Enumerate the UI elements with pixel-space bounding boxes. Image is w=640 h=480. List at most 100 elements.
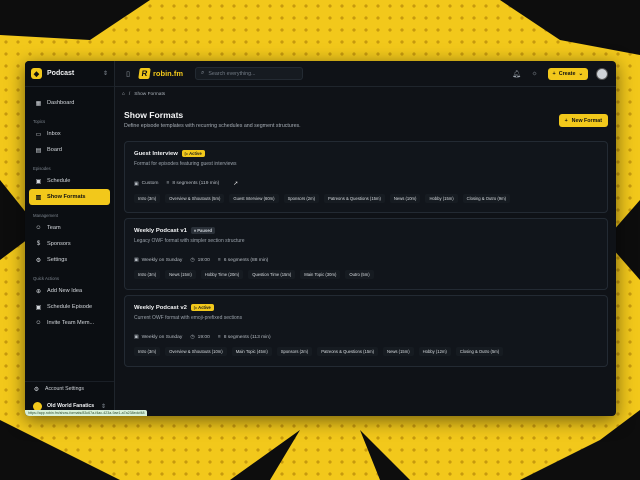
segment-chip: News (10m) <box>389 194 421 203</box>
avatar[interactable] <box>596 67 608 80</box>
sidebar-item-label: Dashboard <box>47 100 75 106</box>
status-badge: ▷ Active <box>181 150 205 157</box>
segment-chip: Main Topic (45m) <box>231 347 272 356</box>
segment-chip: Sponsors (2m) <box>283 194 320 203</box>
breadcrumb: ⌂ / Show Formats <box>122 88 165 100</box>
segment-chip: Hobby Time (20m) <box>200 270 244 279</box>
format-description: Legacy OWF format with simpler section s… <box>134 238 245 244</box>
sidebar-item-show-formats[interactable]: ▥ Show Formats <box>29 189 110 205</box>
segment-chip: Sponsors (2m) <box>276 347 313 356</box>
format-meta: ▣ Weekly on Sunday ◷ 19:00 ≡ 6 segments (88… <box>134 257 599 264</box>
format-card[interactable]: Weekly Podcast v2 ▷ Active Current OWF f… <box>124 295 608 367</box>
sidebar-item-dashboard[interactable]: ▦ Dashboard <box>29 95 110 111</box>
sidebar-item-label: Inbox <box>47 131 61 137</box>
sidebar-item-label: Sponsors <box>47 241 71 247</box>
sidebar-item-schedule[interactable]: ▣ Schedule <box>29 173 110 189</box>
chevron-down-icon: ⌄ <box>578 70 583 77</box>
format-time: 19:00 <box>197 334 210 340</box>
search-icon: ⌕ <box>201 70 205 76</box>
create-button[interactable]: + Create ⌄ <box>547 67 588 80</box>
breadcrumb-separator: / <box>128 91 131 97</box>
segment-chip: Main Topic (30m) <box>300 270 341 279</box>
page-title: Show Formats <box>124 110 184 120</box>
home-icon[interactable]: ⌂ <box>122 92 125 97</box>
new-format-label: New Format <box>571 117 602 124</box>
list-icon: ≡ <box>217 257 221 263</box>
sidebar-item-label: Settings <box>47 257 68 263</box>
plus-icon: + <box>564 117 568 124</box>
segment-chip: Intro (3m) <box>134 270 161 279</box>
account-settings-link[interactable]: ⚙ Account Settings <box>25 382 114 396</box>
list-icon: ≡ <box>166 181 170 186</box>
segment-list: Intro (3m) Overview & Shoutouts (10m) Ma… <box>134 347 599 356</box>
search-input[interactable] <box>208 70 297 77</box>
sidebar-item-label: Invite Team Mem... <box>47 320 95 326</box>
sidebar-item-label: Schedule <box>47 178 71 184</box>
chevron-updown-icon: ⇕ <box>100 403 106 410</box>
chevron-updown-icon: ⇕ <box>102 71 108 77</box>
status-bar-url: https://app.robin.fm/show-formats/83c67a… <box>25 410 148 416</box>
section-title-quick-actions: Quick Actions <box>33 276 60 281</box>
page-subtitle: Define episode templates with recurring … <box>124 123 301 129</box>
podcast-logo-icon: ◆ <box>31 68 42 79</box>
format-title: Weekly Podcast v2 <box>134 304 187 311</box>
sidebar-item-add-new-idea[interactable]: ⊕ Add New Idea <box>29 283 110 299</box>
segment-chip: Question Time (15m) <box>248 270 296 279</box>
segment-chip: Patreons & Questions (15m) <box>324 194 385 203</box>
new-format-button[interactable]: + New Format <box>558 114 608 127</box>
format-segments-summary: 8 segments (119 min) <box>172 181 220 186</box>
workspace-switcher[interactable]: ◆ Podcast ⇕ <box>25 61 114 87</box>
team-icon: ☺ <box>35 225 42 231</box>
clock-icon: ◷ <box>190 258 195 263</box>
sidebar-toggle-icon[interactable]: ▯ <box>123 69 133 79</box>
plus-icon: + <box>552 70 556 77</box>
format-time: 19:00 <box>197 257 210 263</box>
gear-icon: ⚙ <box>35 257 42 264</box>
calendar-icon: ▣ <box>35 178 42 185</box>
sidebar-item-invite-team[interactable]: ☺ Invite Team Mem... <box>29 315 110 331</box>
search-box[interactable]: ⌕ <box>195 67 303 80</box>
format-schedule: Weekly on Sunday <box>141 257 183 263</box>
brand-logo[interactable]: R robin.fm <box>138 68 183 79</box>
format-description: Format for episodes featuring guest inte… <box>134 161 237 167</box>
format-schedule: Weekly on Sunday <box>141 334 183 340</box>
segment-chip: Outro (5m) <box>345 270 374 279</box>
segment-chip: Overview & Shoutouts (5m) <box>165 194 225 203</box>
cursor-pointer-icon: ➚ <box>233 181 239 187</box>
plus-circle-icon: ⊕ <box>35 288 42 295</box>
sidebar-item-team[interactable]: ☺ Team <box>29 220 110 236</box>
segment-list: Intro (3m) News (15m) Hobby Time (20m) Q… <box>134 270 599 279</box>
robin-logo-icon: R <box>138 68 151 79</box>
dollar-icon: $ <box>36 241 41 247</box>
segment-chip: Intro (3m) <box>134 194 161 203</box>
calendar-icon: ▣ <box>134 335 139 340</box>
calendar-plus-icon: ▣ <box>35 304 42 311</box>
segment-list: Intro (3m) Overview & Shoutouts (5m) Gue… <box>134 194 599 203</box>
sidebar-item-board[interactable]: ▤ Board <box>29 142 110 158</box>
list-icon: ≡ <box>217 334 221 340</box>
format-card[interactable]: Guest Interview ▷ Active Format for epis… <box>124 141 608 213</box>
format-schedule: Custom <box>141 181 159 186</box>
segment-chip: News (15m) <box>383 347 414 356</box>
bell-icon[interactable]: 🔔︎ <box>512 69 522 79</box>
top-bar: ▯ R robin.fm ⌕ 🔔︎ ☼ + Create ⌄ <box>115 61 616 87</box>
account-settings-label: Account Settings <box>45 386 84 392</box>
section-title-episodes: Episodes <box>33 166 51 171</box>
board-icon: ▤ <box>35 147 42 154</box>
user-name: Old World Fanatics <box>47 403 95 409</box>
theme-toggle-icon[interactable]: ☼ <box>530 69 540 79</box>
segment-chip: Hobby (15m) <box>425 194 458 203</box>
format-card[interactable]: Weekly Podcast v1 ⏸ Paused Legacy OWF fo… <box>124 218 608 290</box>
calendar-icon: ▣ <box>134 258 139 263</box>
sidebar-item-settings[interactable]: ⚙ Settings <box>29 252 110 268</box>
sidebar-item-inbox[interactable]: ▭ Inbox <box>29 126 110 142</box>
gear-icon: ⚙ <box>33 386 40 393</box>
sidebar-item-label: Team <box>47 225 61 231</box>
sidebar-item-sponsors[interactable]: $ Sponsors <box>29 236 110 252</box>
section-title-topics: Topics <box>33 119 46 124</box>
sidebar-item-label: Board <box>47 147 62 153</box>
formats-icon: ▥ <box>35 194 42 201</box>
format-title: Guest Interview <box>134 150 178 157</box>
page-header: Show Formats Define episode templates wi… <box>124 101 608 137</box>
sidebar-item-schedule-episode[interactable]: ▣ Schedule Episode <box>29 299 110 315</box>
